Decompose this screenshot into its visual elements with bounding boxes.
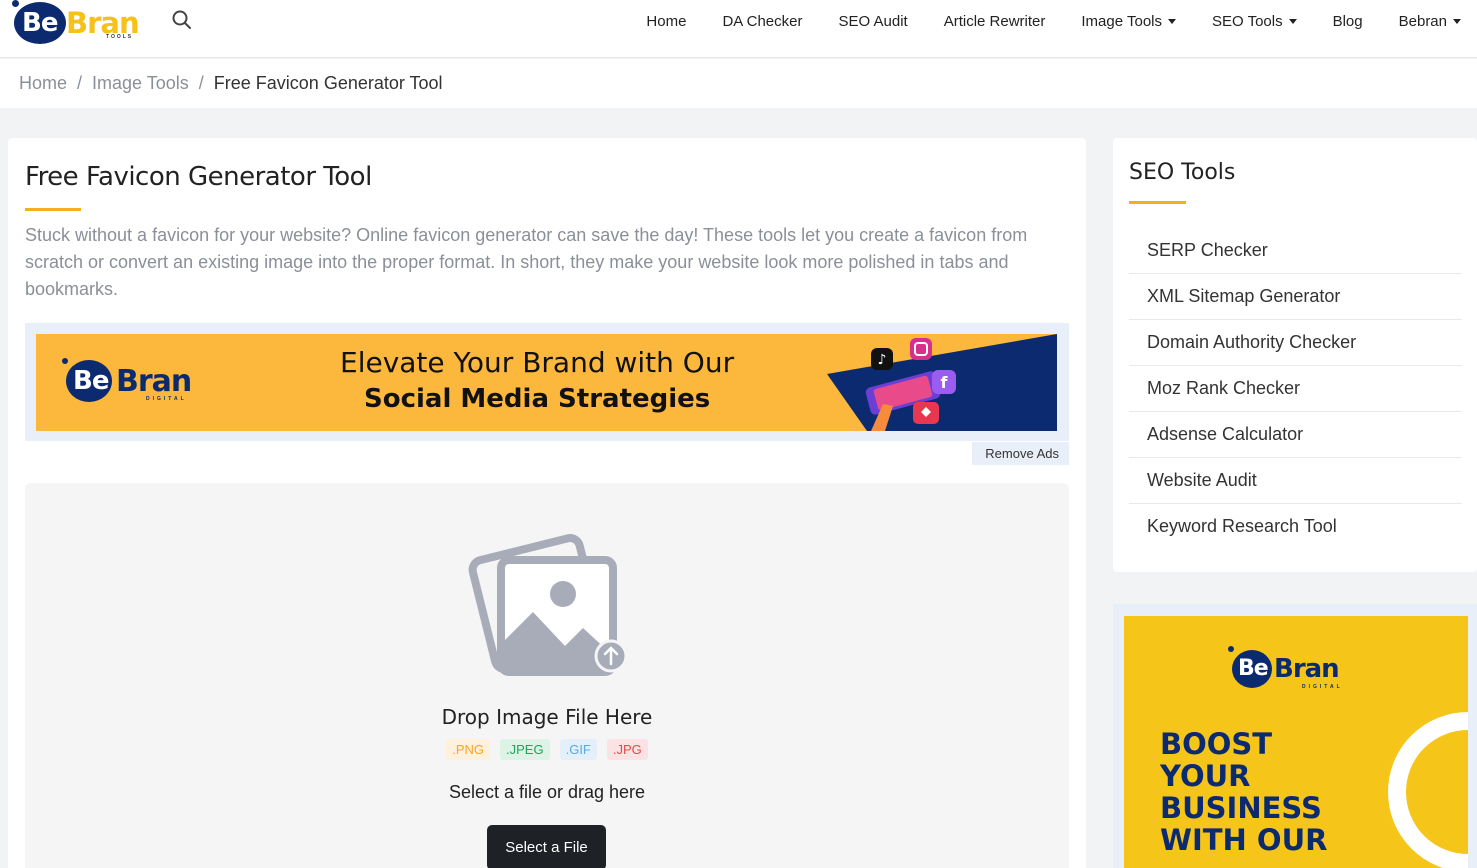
social-media-illustration: ♪ f	[827, 334, 1057, 431]
breadcrumb-separator: /	[77, 73, 83, 93]
breadcrumb-image-tools[interactable]: Image Tools	[92, 73, 189, 94]
nav-article-rewriter[interactable]: Article Rewriter	[926, 13, 1064, 30]
sidebar-item-moz-rank-checker[interactable]: Moz Rank Checker	[1129, 366, 1462, 412]
nav-seo-audit[interactable]: SEO Audit	[820, 13, 925, 30]
logo-dot	[1228, 646, 1234, 652]
sidebar-ad-container: Be Bran DIGITAL BOOST YOUR BUSINESS WITH…	[1113, 604, 1477, 868]
nav-image-tools-dropdown[interactable]: Image Tools	[1063, 13, 1194, 30]
remove-ads-link[interactable]: Remove Ads	[972, 442, 1069, 465]
image-upload-icon	[468, 534, 628, 676]
bebran-digital-logo: Be Bran DIGITAL	[1228, 646, 1368, 696]
breadcrumb-home[interactable]: Home	[19, 73, 67, 94]
logo-sub-text: TOOLS	[106, 34, 134, 40]
caret-down-icon	[1453, 18, 1461, 24]
decorative-ring	[1388, 712, 1468, 868]
sidebar-ad-logo-bran: Bran	[1274, 654, 1340, 684]
ad-logo-sub: DIGITAL	[146, 396, 187, 402]
sidebar-list: SERP Checker XML Sitemap Generator Domai…	[1129, 228, 1462, 550]
caret-down-icon	[1168, 18, 1176, 24]
sidebar-item-adsense-calculator[interactable]: Adsense Calculator	[1129, 412, 1462, 458]
sidebar-title-underline	[1129, 201, 1186, 204]
sidebar-item-serp-checker[interactable]: SERP Checker	[1129, 228, 1462, 274]
sidebar-title: SEO Tools	[1129, 160, 1236, 185]
nav-seo-audit-label: SEO Audit	[838, 12, 908, 30]
sidebar-ad-line: BUSINESS	[1160, 791, 1322, 825]
sidebar-ad-logo-be: Be	[1238, 656, 1269, 681]
nav-da-checker-label: DA Checker	[722, 12, 803, 30]
nav-blog[interactable]: Blog	[1315, 13, 1381, 30]
logo-dot	[62, 358, 68, 364]
main-nav: Home DA Checker SEO Audit Article Rewrit…	[628, 0, 1461, 42]
sidebar-item-website-audit[interactable]: Website Audit	[1129, 458, 1462, 504]
sidebar-ad-text: BOOST YOUR BUSINESS WITH OUR	[1160, 728, 1327, 856]
intro-text: Stuck without a favicon for your website…	[25, 225, 1028, 299]
ad-subheadline: Social Media Strategies	[364, 384, 711, 414]
bebran-digital-logo: Be Bran DIGITAL	[60, 356, 210, 406]
bebran-tools-logo[interactable]: Be Bran TOOLS	[8, 0, 148, 44]
image-drop-zone[interactable]: Drop Image File Here .PNG .JPEG .GIF .JP…	[25, 483, 1069, 868]
nav-bebran-dropdown[interactable]: Bebran	[1381, 13, 1461, 30]
page-title: Free Favicon Generator Tool	[25, 162, 372, 192]
main-content-card: Free Favicon Generator Tool Stuck withou…	[8, 138, 1086, 868]
breadcrumb: Home / Image Tools / Free Favicon Genera…	[19, 73, 443, 94]
sidebar-item-xml-sitemap-generator[interactable]: XML Sitemap Generator	[1129, 274, 1462, 320]
nav-blog-label: Blog	[1332, 12, 1363, 30]
search-icon[interactable]	[170, 8, 194, 32]
caret-down-icon	[1288, 18, 1297, 24]
nav-seo-tools-label: SEO Tools	[1212, 12, 1283, 30]
breadcrumb-bar: Home / Image Tools / Free Favicon Genera…	[0, 59, 1477, 108]
logo-dot	[12, 0, 19, 7]
nav-bebran-label: Bebran	[1398, 12, 1447, 30]
top-navbar: Be Bran TOOLS Home DA Checker SEO Audit …	[0, 0, 1477, 58]
breadcrumb-separator: /	[198, 73, 204, 93]
sidebar-ad-banner[interactable]: Be Bran DIGITAL BOOST YOUR BUSINESS WITH…	[1124, 616, 1468, 868]
ad-logo-bran: Bran	[116, 364, 192, 399]
ad-headline: Elevate Your Brand with Our	[340, 346, 735, 379]
file-type-badges: .PNG .JPEG .GIF .JPG	[25, 739, 1069, 760]
svg-text:f: f	[941, 373, 949, 392]
ext-badge-png: .PNG	[446, 739, 491, 760]
sidebar-ad-line: WITH OUR	[1160, 823, 1328, 857]
nav-article-rewriter-label: Article Rewriter	[943, 12, 1046, 30]
sidebar-ad-line: BOOST	[1160, 727, 1273, 761]
nav-image-tools-label: Image Tools	[1081, 12, 1162, 30]
ext-badge-gif: .GIF	[559, 739, 597, 760]
drop-zone-subtitle: Select a file or drag here	[448, 782, 646, 802]
sidebar-seo-tools: SEO Tools SERP Checker XML Sitemap Gener…	[1113, 138, 1477, 572]
title-underline	[25, 208, 81, 211]
ad-logo-be: Be	[73, 366, 109, 396]
sidebar-ad-logo-sub: DIGITAL	[1302, 684, 1343, 690]
nav-home-label: Home	[646, 12, 687, 30]
svg-text:♪: ♪	[878, 352, 887, 368]
breadcrumb-current: Free Favicon Generator Tool	[213, 73, 443, 93]
sidebar-item-domain-authority-checker[interactable]: Domain Authority Checker	[1129, 320, 1462, 366]
ad-banner[interactable]: Be Bran DIGITAL Elevate Your Brand with …	[36, 334, 1057, 431]
nav-da-checker[interactable]: DA Checker	[704, 13, 820, 30]
ad-banner-container: Be Bran DIGITAL Elevate Your Brand with …	[25, 323, 1069, 441]
sidebar-item-keyword-research-tool[interactable]: Keyword Research Tool	[1129, 504, 1462, 550]
drop-zone-title: Drop Image File Here	[441, 705, 653, 729]
nav-seo-tools-dropdown[interactable]: SEO Tools	[1194, 13, 1315, 30]
select-file-button[interactable]: Select a File	[487, 825, 606, 868]
ext-badge-jpeg: .JPEG	[500, 739, 550, 760]
logo-be-text: Be	[22, 8, 58, 38]
ext-badge-jpg: .JPG	[606, 739, 648, 760]
nav-home[interactable]: Home	[628, 13, 704, 30]
sidebar-ad-line: YOUR	[1160, 759, 1251, 793]
